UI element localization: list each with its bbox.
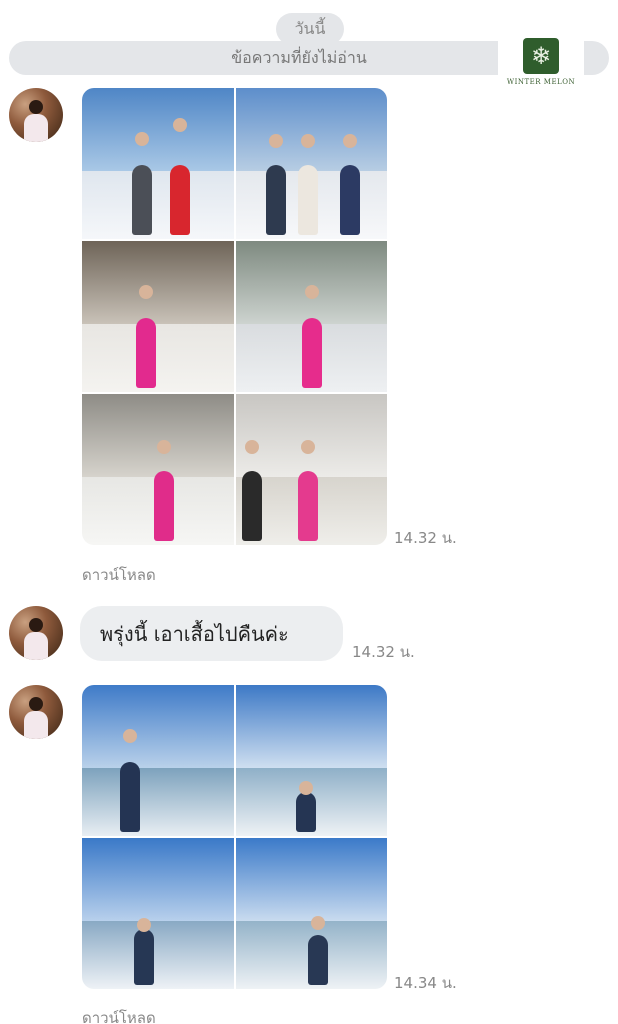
photo-thumbnail[interactable] xyxy=(82,685,234,836)
photo-thumbnail[interactable] xyxy=(82,88,234,239)
photo-thumbnail[interactable] xyxy=(236,838,387,989)
sender-avatar[interactable] xyxy=(9,685,63,739)
message-timestamp: 14.32 น. xyxy=(394,529,457,547)
photo-thumbnail[interactable] xyxy=(82,241,234,392)
download-link[interactable]: ดาวน์โหลด xyxy=(82,1006,156,1024)
date-divider-label: วันนี้ xyxy=(294,18,326,38)
photo-album-message[interactable] xyxy=(82,88,387,545)
photo-thumbnail[interactable] xyxy=(236,88,387,239)
photo-thumbnail[interactable] xyxy=(82,394,234,545)
text-message-content: พรุ่งนี้ เอาเสื้อไปคืนค่ะ xyxy=(100,621,289,646)
sender-avatar[interactable] xyxy=(9,606,63,660)
brand-watermark: ❄ WINTER MELON xyxy=(498,35,584,90)
photo-thumbnail[interactable] xyxy=(236,241,387,392)
message-timestamp: 14.34 น. xyxy=(394,974,457,992)
brand-name: WINTER MELON xyxy=(506,78,576,86)
text-message-bubble[interactable]: พรุ่งนี้ เอาเสื้อไปคืนค่ะ xyxy=(80,606,343,661)
sender-avatar[interactable] xyxy=(9,88,63,142)
snowflake-icon: ❄ xyxy=(523,38,559,74)
photo-thumbnail[interactable] xyxy=(236,685,387,836)
unread-messages-label: ข้อความที่ยังไม่อ่าน xyxy=(231,47,367,67)
photo-thumbnail[interactable] xyxy=(82,838,234,989)
photo-thumbnail[interactable] xyxy=(236,394,387,545)
download-link[interactable]: ดาวน์โหลด xyxy=(82,563,156,587)
photo-album-message[interactable] xyxy=(82,685,387,989)
message-timestamp: 14.32 น. xyxy=(352,643,415,661)
